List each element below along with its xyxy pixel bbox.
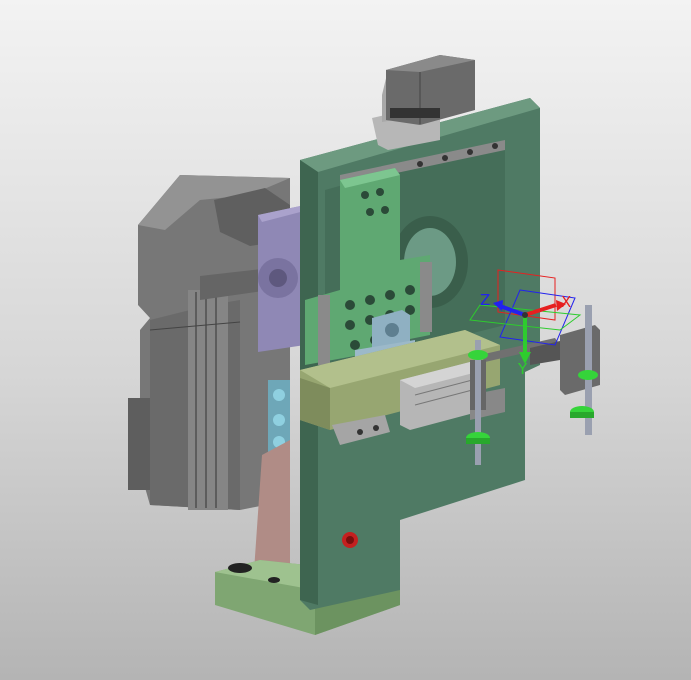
assembly-scene[interactable] — [0, 0, 691, 680]
left-guide-rail — [318, 295, 330, 365]
x-axis-label: X — [561, 293, 572, 311]
cad-viewport[interactable]: X Y Z — [0, 0, 691, 680]
z-axis-label: Z — [480, 291, 491, 309]
y-axis-label: Y — [518, 360, 528, 378]
right-finger[interactable] — [560, 305, 600, 435]
right-guide-rail — [420, 262, 432, 332]
